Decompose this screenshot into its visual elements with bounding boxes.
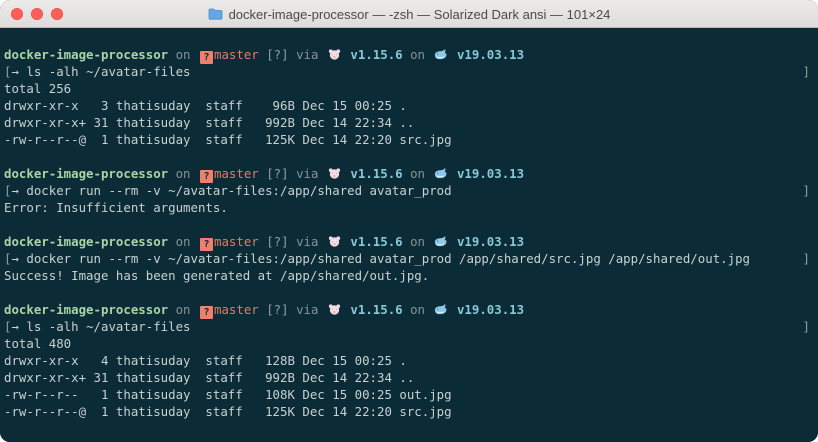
prompt-host: docker-image-processor — [4, 166, 169, 181]
gopher-icon — [328, 304, 341, 315]
whale-icon — [435, 167, 447, 179]
whale-icon — [435, 48, 447, 60]
git-status: [?] — [266, 234, 289, 249]
prompt-line: docker-image-processor on ? master [?] vi… — [4, 46, 818, 64]
docker-version: v19.03.13 — [456, 234, 525, 249]
git-status: [?] — [266, 302, 289, 317]
output-line: -rw-r--r--@ 1 thatisuday staff 125K Dec … — [4, 404, 452, 419]
docker-version: v19.03.13 — [456, 302, 525, 317]
command-text: → ls -alh ~/avatar-files — [11, 64, 191, 79]
window-title: docker-image-processor — -zsh — Solarize… — [228, 6, 611, 22]
prompt-via-label: via — [296, 234, 319, 249]
prompt-host: docker-image-processor — [4, 302, 169, 317]
prompt-via-label: via — [296, 47, 319, 62]
gopher-icon — [328, 49, 341, 60]
folder-icon — [208, 8, 222, 20]
prompt-host: docker-image-processor — [4, 234, 169, 249]
output-line: Success! Image has been generated at /ap… — [4, 268, 430, 283]
command-line: [→ docker run --rm -v ~/avatar-files:/ap… — [4, 182, 818, 199]
prompt-line: docker-image-processor on ? master [?] vi… — [4, 233, 818, 251]
prompt-via-label: via — [296, 166, 319, 181]
prompt-on-label: on — [175, 166, 191, 181]
git-status: [?] — [266, 166, 289, 181]
prompt-line: docker-image-processor on ? master [?] vi… — [4, 301, 818, 319]
prompt-on-label: on — [175, 47, 191, 62]
gopher-icon — [328, 168, 341, 179]
command-text: → ls -alh ~/avatar-files — [11, 319, 191, 334]
docker-version: v19.03.13 — [456, 166, 525, 181]
prompt-on-label-2: on — [410, 166, 426, 181]
terminal-output[interactable]: docker-image-processor on ? master [?] vi… — [0, 28, 818, 442]
output-line: drwxr-xr-x+ 31 thatisuday staff 992B Dec… — [4, 115, 415, 130]
command-line: [→ docker run --rm -v ~/avatar-files:/ap… — [4, 250, 818, 267]
whale-icon — [435, 303, 447, 315]
output-line: drwxr-xr-x 4 thatisuday staff 128B Dec 1… — [4, 353, 407, 368]
terminal-window: docker-image-processor — -zsh — Solarize… — [0, 0, 818, 442]
docker-version: v19.03.13 — [456, 47, 525, 62]
git-status: [?] — [266, 47, 289, 62]
prompt-on-label: on — [175, 302, 191, 317]
go-version: v1.15.6 — [350, 302, 403, 317]
command-line: [→ ls -alh ~/avatar-files] — [4, 318, 818, 335]
git-branch: master — [213, 47, 259, 62]
line-end-marker: ] — [802, 319, 810, 334]
go-version: v1.15.6 — [350, 234, 403, 249]
output-line: Error: Insufficient arguments. — [4, 200, 228, 215]
output-line: drwxr-xr-x+ 31 thatisuday staff 992B Dec… — [4, 370, 415, 385]
line-end-marker: ] — [802, 251, 810, 266]
line-end-marker: ] — [802, 183, 810, 198]
output-line: -rw-r--r-- 1 thatisuday staff 108K Dec 1… — [4, 387, 452, 402]
prompt-on-label: on — [175, 234, 191, 249]
prompt-on-label-2: on — [410, 302, 426, 317]
command-text: → docker run --rm -v ~/avatar-files:/app… — [11, 251, 750, 266]
prompt-on-label-2: on — [410, 234, 426, 249]
gopher-icon — [328, 236, 341, 247]
go-version: v1.15.6 — [350, 166, 403, 181]
git-branch: master — [213, 166, 259, 181]
git-branch: master — [213, 302, 259, 317]
line-end-marker: ] — [802, 64, 810, 79]
title-bar[interactable]: docker-image-processor — -zsh — Solarize… — [0, 0, 818, 28]
output-line: drwxr-xr-x 3 thatisuday staff 96B Dec 15… — [4, 98, 407, 113]
output-line: -rw-r--r--@ 1 thatisuday staff 125K Dec … — [4, 132, 452, 147]
output-line: total 256 — [4, 81, 72, 96]
go-version: v1.15.6 — [350, 47, 403, 62]
prompt-on-label-2: on — [410, 47, 426, 62]
command-text: → docker run --rm -v ~/avatar-files:/app… — [11, 183, 452, 198]
prompt-via-label: via — [296, 302, 319, 317]
git-branch: master — [213, 234, 259, 249]
prompt-line: docker-image-processor on ? master [?] vi… — [4, 165, 818, 183]
window-title-container: docker-image-processor — -zsh — Solarize… — [0, 0, 818, 28]
output-line: total 480 — [4, 336, 72, 351]
command-line: [→ ls -alh ~/avatar-files] — [4, 63, 818, 80]
prompt-host: docker-image-processor — [4, 47, 169, 62]
whale-icon — [435, 235, 447, 247]
